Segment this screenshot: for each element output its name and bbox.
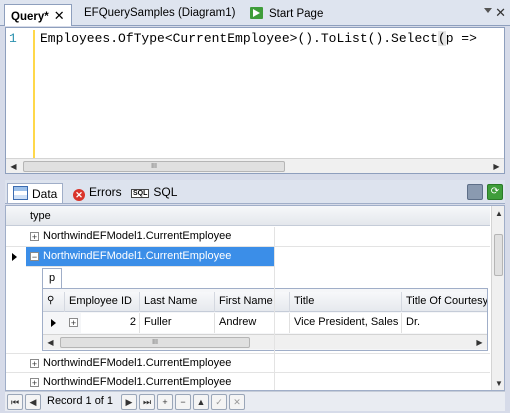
tab-diagram-label: EFQuerySamples (Diagram1) (84, 7, 236, 19)
detail-horizontal-scrollbar[interactable]: ◀ III ▶ (43, 334, 487, 349)
error-icon: ✕ (73, 189, 85, 201)
current-row-indicator-icon (51, 319, 56, 327)
editor-gutter (6, 28, 28, 158)
cell-title-of-courtesy: Dr. (402, 313, 487, 333)
cell-first-name: Andrew (215, 313, 290, 333)
grid-icon (13, 186, 28, 200)
scroll-left-icon[interactable]: ◀ (43, 335, 58, 350)
code-text: Employees.OfType<CurrentEmployee>().ToLi… (40, 31, 438, 46)
detail-grid[interactable]: ⚲ Employee ID Last Name First Name Title… (42, 288, 488, 351)
table-row-selected[interactable]: − NorthwindEFModel1.CurrentEmployee (26, 247, 275, 267)
tab-query-label: Query* (11, 11, 49, 23)
current-row-indicator-icon (12, 253, 17, 261)
record-position: Record 1 of 1 (47, 395, 114, 407)
tab-data-label: Data (32, 187, 58, 201)
change-marker (33, 30, 35, 158)
table-row[interactable]: + NorthwindEFModel1.CurrentEmployee (6, 353, 490, 373)
collapse-icon[interactable]: − (30, 252, 39, 262)
editor-horizontal-scrollbar[interactable]: ◀ III ▶ (6, 158, 504, 173)
row-type-value: NorthwindEFModel1.CurrentEmployee (43, 376, 232, 388)
scroll-left-icon[interactable]: ◀ (6, 159, 21, 174)
add-record-icon[interactable]: + (157, 394, 173, 410)
row-type-value: NorthwindEFModel1.CurrentEmployee (43, 357, 232, 369)
tab-sql[interactable]: SQL SQL (126, 183, 182, 203)
first-record-icon[interactable]: ⏮ (7, 394, 23, 410)
results-tab-bar: Data ✕ Errors SQL SQL ⟳ (5, 180, 505, 204)
tab-query[interactable]: Query* ✕ (4, 4, 72, 26)
cell-employee-id: 2 (81, 313, 140, 333)
previous-record-icon[interactable]: ◀ (25, 394, 41, 410)
start-page-icon (250, 7, 263, 19)
expand-icon[interactable]: + (30, 378, 39, 388)
close-all-icon[interactable]: ✕ (495, 5, 506, 21)
cell-title: Vice President, Sales (290, 313, 402, 333)
tab-sql-label: SQL (153, 185, 178, 199)
next-record-icon[interactable]: ▶ (121, 394, 137, 410)
column-first-name[interactable]: First Name (215, 292, 290, 312)
scroll-thumb[interactable]: III (23, 161, 285, 172)
expand-icon[interactable]: + (30, 232, 39, 242)
close-icon[interactable]: ✕ (54, 8, 65, 23)
scroll-thumb[interactable]: III (60, 337, 250, 348)
scroll-up-icon[interactable]: ▲ (492, 206, 504, 221)
code-line[interactable]: Employees.OfType<CurrentEmployee>().ToLi… (40, 31, 477, 46)
move-up-icon[interactable]: ▲ (193, 394, 209, 410)
confirm-icon[interactable]: ✓ (211, 394, 227, 410)
row-type-value: NorthwindEFModel1.CurrentEmployee (43, 230, 232, 242)
detail-header-row: ⚲ Employee ID Last Name First Name Title… (43, 292, 487, 312)
search-icon[interactable]: ⚲ (43, 292, 65, 312)
scroll-down-icon[interactable]: ▼ (492, 376, 504, 390)
record-navigator: ⏮ ◀ Record 1 of 1 ▶ ⏭ + − ▲ ✓ ✕ (5, 391, 505, 411)
scroll-thumb[interactable] (494, 234, 503, 276)
chevron-down-icon[interactable] (484, 8, 492, 13)
line-number: 1 (9, 31, 17, 46)
column-header-type[interactable]: type (30, 210, 51, 222)
results-grid[interactable]: type + NorthwindEFModel1.CurrentEmployee… (5, 205, 505, 391)
column-employee-id[interactable]: Employee ID (65, 292, 140, 312)
column-last-name[interactable]: Last Name (140, 292, 215, 312)
save-icon[interactable] (467, 184, 483, 200)
tab-start-page[interactable]: Start Page (244, 4, 329, 26)
delete-record-icon[interactable]: − (175, 394, 191, 410)
tab-data[interactable]: Data (7, 183, 64, 203)
tab-diagram[interactable]: EFQuerySamples (Diagram1) (78, 4, 241, 26)
grid-vertical-scrollbar[interactable]: ▲ ▼ (491, 206, 504, 390)
query-editor[interactable]: 1 Employees.OfType<CurrentEmployee>().To… (5, 27, 505, 174)
table-row[interactable]: + 2 Fuller Andrew Vice President, Sales … (43, 313, 487, 333)
tab-start-page-label: Start Page (269, 8, 324, 20)
scroll-right-icon[interactable]: ▶ (472, 335, 487, 350)
brace-highlight: ( (437, 31, 446, 46)
scroll-right-icon[interactable]: ▶ (489, 159, 504, 174)
column-divider (274, 227, 275, 390)
last-record-icon[interactable]: ⏭ (139, 394, 155, 410)
table-row[interactable]: + NorthwindEFModel1.CurrentEmployee (6, 227, 490, 247)
tab-errors-label: Errors (89, 185, 122, 199)
document-tab-strip: Query* ✕ EFQuerySamples (Diagram1) Start … (0, 0, 510, 26)
table-row[interactable]: + NorthwindEFModel1.CurrentEmployee (6, 373, 490, 390)
cancel-icon[interactable]: ✕ (229, 394, 245, 410)
expand-icon[interactable]: + (69, 318, 78, 328)
code-text-tail: p => (445, 31, 477, 46)
refresh-icon[interactable]: ⟳ (487, 184, 503, 200)
tab-errors[interactable]: ✕ Errors (68, 183, 127, 203)
sql-icon: SQL (131, 189, 150, 198)
column-header-row: type (6, 206, 490, 226)
expand-icon[interactable]: + (30, 359, 39, 369)
cell-last-name: Fuller (140, 313, 215, 333)
detail-tab-p[interactable]: p (42, 268, 62, 288)
column-title-of-courtesy[interactable]: Title Of Courtesy (402, 292, 487, 312)
row-type-value: NorthwindEFModel1.CurrentEmployee (43, 250, 232, 262)
column-title[interactable]: Title (290, 292, 402, 312)
